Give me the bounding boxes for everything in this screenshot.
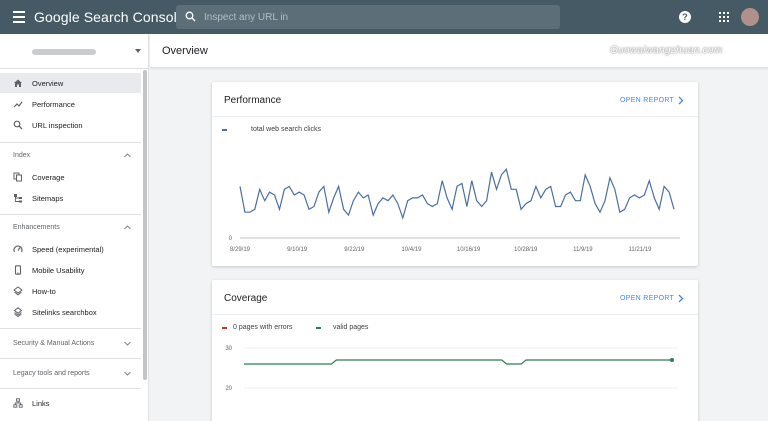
sidebar-item-label: Mobile Usability	[32, 266, 85, 275]
copy-icon	[13, 172, 22, 182]
top-app-bar: Google Search Console ?	[0, 0, 768, 34]
divider	[212, 314, 698, 315]
divider	[212, 116, 698, 117]
y-tick-label: 0	[229, 236, 233, 242]
sidebar-item-label: URL inspection	[32, 121, 83, 130]
x-tick-label: 9/22/19	[344, 247, 365, 253]
search-icon	[13, 120, 23, 130]
links-icon	[13, 398, 23, 408]
sidebar-item-label: Speed (experimental)	[32, 245, 104, 254]
speed-icon	[13, 245, 23, 253]
sidebar-item-performance[interactable]: Performance	[0, 94, 141, 114]
watermark: Guowaiwangzhuan.com	[610, 45, 723, 56]
sidebar-item-label: Overview	[32, 79, 64, 88]
performance-card: Performance OPEN REPORT total web search…	[212, 82, 698, 266]
search-input[interactable]	[204, 9, 544, 25]
x-tick-label: 11/21/19	[629, 247, 653, 253]
sitemap-icon	[14, 194, 22, 203]
divider	[0, 142, 141, 143]
legend-valid: valid pages	[316, 324, 368, 331]
url-inspection-search[interactable]	[176, 5, 560, 29]
sidebar-item-label: Performance	[32, 100, 75, 109]
sidebar-item-label: Links	[32, 399, 50, 408]
section-legacy-tools[interactable]: Legacy tools and reports	[0, 364, 141, 384]
x-tick-label: 10/16/19	[457, 247, 481, 253]
sidebar-item-url-inspection[interactable]: URL inspection	[0, 115, 141, 135]
menu-icon[interactable]	[13, 11, 25, 23]
chevron-down-icon	[124, 371, 131, 376]
search-icon	[185, 11, 196, 22]
layers-icon	[13, 286, 23, 296]
caret-down-icon	[135, 49, 141, 53]
chevron-up-icon	[124, 153, 131, 158]
chart-legend: total web search clicks	[222, 126, 321, 133]
page-header: Overview Guowaiwangzhuan.com	[150, 34, 768, 68]
section-security-manual-actions[interactable]: Security & Manual Actions	[0, 334, 141, 354]
x-tick-label: 8/29/19	[230, 247, 251, 253]
card-title: Coverage	[224, 293, 268, 304]
legend-errors: 0 pages with errors	[222, 324, 293, 331]
chevron-down-icon	[124, 341, 131, 346]
section-label: Enhancements	[13, 224, 60, 231]
open-report-link[interactable]: OPEN REPORT	[620, 97, 674, 104]
section-enhancements[interactable]: Enhancements	[0, 218, 141, 238]
sidebar-item-coverage[interactable]: Coverage	[0, 167, 141, 187]
section-label: Legacy tools and reports	[13, 370, 90, 377]
y-tick-label: 20	[225, 386, 232, 392]
sidebar-item-links[interactable]: Links	[0, 393, 141, 413]
divider	[0, 358, 141, 359]
open-report-link[interactable]: OPEN REPORT	[620, 295, 674, 302]
sidebar-item-label: Sitemaps	[32, 194, 64, 203]
legend-swatch-valid	[316, 326, 321, 329]
app-title[interactable]: Google Search Console	[34, 9, 185, 25]
page-title: Overview	[162, 45, 208, 57]
coverage-chart: 302010	[225, 346, 678, 392]
phone-icon	[14, 265, 22, 275]
sidebar-item-speed[interactable]: Speed (experimental)	[0, 239, 141, 259]
section-label: Security & Manual Actions	[13, 340, 95, 347]
x-tick-label: 9/10/19	[287, 247, 308, 253]
sidebar-scrollbar[interactable]	[143, 70, 147, 380]
coverage-card: Coverage OPEN REPORT 0 pages with errors…	[212, 280, 698, 421]
avatar[interactable]	[741, 8, 759, 26]
divider	[0, 388, 141, 389]
performance-chart: 0 8/29/19 9/10/19 9/22/19 10/4/19 10/16/19 10/…	[229, 167, 680, 253]
x-tick-label: 10/4/19	[401, 247, 422, 253]
sidebar-item-label: How-to	[32, 287, 56, 296]
x-tick-label: 10/28/19	[514, 247, 538, 253]
legend-swatch-clicks	[222, 128, 227, 131]
legend-label: total web search clicks	[251, 126, 322, 133]
x-tick-label: 11/9/19	[573, 247, 593, 253]
chevron-right-icon[interactable]	[678, 96, 684, 105]
chevron-up-icon	[124, 225, 131, 230]
legend-swatch-errors	[222, 326, 227, 329]
home-icon	[14, 79, 22, 87]
legend-label: 0 pages with errors	[233, 324, 293, 331]
sidebar-item-sitemaps[interactable]: Sitemaps	[0, 188, 141, 208]
property-name-redacted	[32, 49, 96, 55]
series-line-clicks	[239, 167, 675, 220]
series-endpoint	[670, 358, 674, 362]
legend-label: valid pages	[333, 324, 369, 331]
diamond-stack-icon	[13, 307, 23, 317]
sidebar-item-overview[interactable]: Overview	[0, 73, 141, 93]
section-index[interactable]: Index	[0, 146, 141, 166]
apps-grid-icon[interactable]	[719, 12, 729, 22]
sidebar: Overview Performance URL inspection Inde…	[0, 34, 149, 421]
sidebar-item-how-to[interactable]: How-to	[0, 281, 141, 301]
series-line-valid-pages	[244, 359, 672, 365]
y-tick-label: 30	[225, 346, 232, 352]
trending-up-icon	[13, 101, 23, 108]
section-label: Index	[13, 152, 31, 159]
divider	[0, 328, 141, 329]
card-title: Performance	[224, 95, 282, 106]
sidebar-item-sitelinks-searchbox[interactable]: Sitelinks searchbox	[0, 302, 141, 322]
sidebar-item-label: Sitelinks searchbox	[32, 308, 97, 317]
help-icon[interactable]: ?	[679, 11, 691, 23]
sidebar-item-mobile-usability[interactable]: Mobile Usability	[0, 260, 141, 280]
property-selector[interactable]	[0, 34, 149, 69]
divider	[0, 214, 141, 215]
sidebar-item-label: Coverage	[32, 173, 65, 182]
chevron-right-icon[interactable]	[678, 294, 684, 303]
